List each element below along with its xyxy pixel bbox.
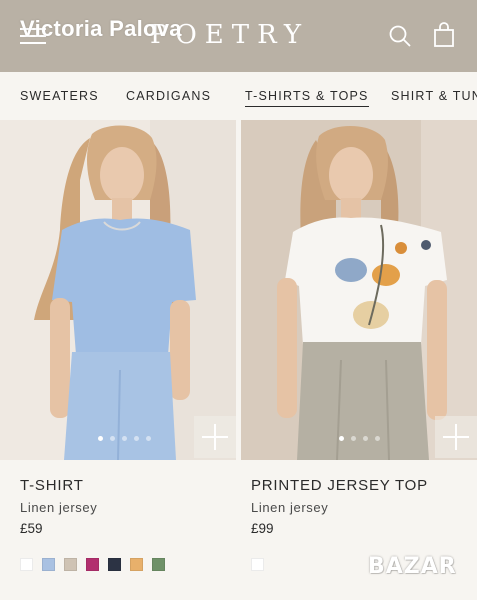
slide-dot[interactable] bbox=[351, 436, 356, 441]
slide-dot[interactable] bbox=[122, 436, 127, 441]
slide-dot[interactable] bbox=[134, 436, 139, 441]
color-swatch[interactable] bbox=[251, 558, 264, 571]
color-swatch[interactable] bbox=[42, 558, 55, 571]
color-swatch[interactable] bbox=[86, 558, 99, 571]
slide-dot[interactable] bbox=[363, 436, 368, 441]
slide-dot[interactable] bbox=[146, 436, 151, 441]
category-shirt-tunic[interactable]: SHIRT & TUNI bbox=[391, 89, 477, 103]
slide-dot[interactable] bbox=[375, 436, 380, 441]
search-icon[interactable] bbox=[388, 24, 412, 48]
bag-icon[interactable] bbox=[432, 22, 456, 48]
color-swatch[interactable] bbox=[64, 558, 77, 571]
seller-name-overlay: Victoria Palova bbox=[20, 16, 182, 41]
slide-dots-printed-jersey-top bbox=[339, 436, 380, 442]
model-photo bbox=[0, 120, 236, 460]
color-swatch[interactable] bbox=[20, 558, 33, 571]
product-price: £59 bbox=[20, 521, 43, 536]
product-image-printed-jersey-top[interactable] bbox=[241, 120, 477, 460]
slide-dot[interactable] bbox=[339, 436, 344, 441]
color-swatches-tshirt bbox=[20, 558, 165, 571]
category-nav: SWEATERS CARDIGANS T-SHIRTS & TOPS SHIRT… bbox=[0, 72, 477, 120]
category-cardigans[interactable]: CARDIGANS bbox=[126, 89, 211, 103]
product-image-tshirt[interactable] bbox=[0, 120, 236, 460]
add-to-bag-button-tshirt[interactable] bbox=[194, 416, 236, 458]
product-name[interactable]: T-SHIRT bbox=[20, 477, 84, 494]
site-header: POETRY Victoria Palova bbox=[0, 0, 477, 72]
product-fabric: Linen jersey bbox=[20, 500, 98, 515]
color-swatch[interactable] bbox=[152, 558, 165, 571]
bazar-watermark: BAZAR bbox=[368, 554, 457, 579]
product-fabric: Linen jersey bbox=[251, 500, 329, 515]
slide-dots-tshirt bbox=[98, 436, 151, 442]
color-swatches-printed-jersey-top bbox=[251, 558, 264, 571]
model-photo bbox=[241, 120, 477, 460]
color-swatch[interactable] bbox=[108, 558, 121, 571]
slide-dot[interactable] bbox=[110, 436, 115, 441]
category-sweaters[interactable]: SWEATERS bbox=[20, 89, 99, 103]
color-swatch[interactable] bbox=[130, 558, 143, 571]
category-tshirts-tops[interactable]: T-SHIRTS & TOPS bbox=[245, 89, 369, 107]
add-to-bag-button-printed-jersey-top[interactable] bbox=[435, 416, 477, 458]
product-name[interactable]: PRINTED JERSEY TOP bbox=[251, 477, 428, 494]
product-price: £99 bbox=[251, 521, 274, 536]
slide-dot[interactable] bbox=[98, 436, 103, 441]
